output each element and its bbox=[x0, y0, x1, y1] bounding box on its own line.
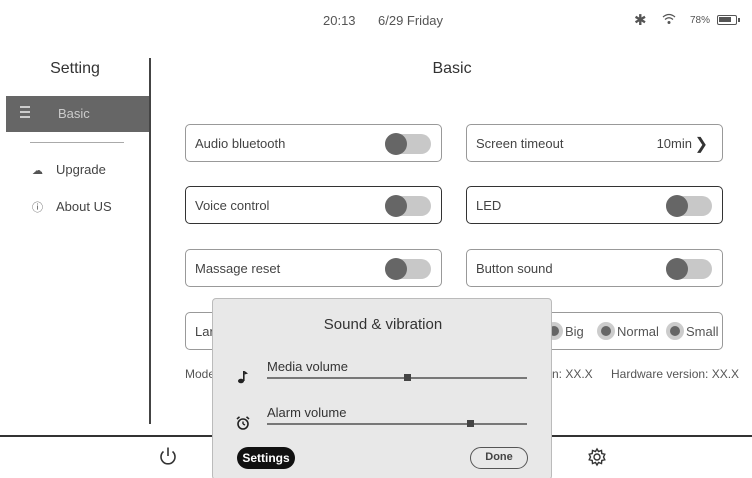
sidebar-divider bbox=[149, 58, 151, 424]
led-label: LED bbox=[476, 198, 502, 213]
power-icon[interactable] bbox=[158, 446, 178, 466]
led-card: LED bbox=[466, 186, 723, 224]
voice-control-label: Voice control bbox=[195, 198, 270, 213]
dialog-title: Sound & vibration bbox=[323, 316, 443, 333]
status-date: 6/29 Friday bbox=[378, 13, 444, 28]
audio-bluetooth-toggle[interactable] bbox=[385, 133, 431, 155]
massage-reset-label: Massage reset bbox=[195, 261, 281, 276]
alarm-clock-icon bbox=[236, 416, 250, 430]
sidebar-item-upgrade[interactable]: ☁ Upgrade bbox=[32, 162, 106, 177]
media-volume-slider[interactable] bbox=[267, 374, 527, 381]
status-bar: 20:13 6/29 Friday ✱ 78% bbox=[0, 0, 752, 40]
software-version: n: XX.X bbox=[552, 367, 593, 381]
sidebar-item-about[interactable]: ⓘ About US bbox=[32, 199, 112, 215]
sidebar-title: Setting bbox=[50, 60, 100, 77]
sidebar-item-basic[interactable]: Basic bbox=[6, 96, 150, 132]
hardware-version: Hardware version: XX.X bbox=[611, 367, 740, 381]
alarm-volume-slider[interactable] bbox=[267, 420, 527, 427]
sidebar-item-label: About US bbox=[56, 199, 112, 214]
alarm-volume-label: Alarm volume bbox=[267, 405, 347, 420]
voice-control-card: Voice control bbox=[185, 186, 442, 224]
led-toggle[interactable] bbox=[666, 195, 712, 217]
alarm-volume-thumb[interactable] bbox=[466, 420, 474, 427]
font-size-small-radio[interactable]: Small bbox=[666, 322, 719, 340]
model-info: Mode bbox=[185, 367, 216, 381]
massage-reset-toggle[interactable] bbox=[385, 258, 431, 280]
battery-icon bbox=[717, 15, 740, 25]
status-time: 20:13 bbox=[323, 13, 356, 28]
audio-bluetooth-card: Audio bluetooth bbox=[185, 124, 442, 162]
media-volume-thumb[interactable] bbox=[404, 374, 412, 381]
wifi-icon bbox=[662, 13, 676, 24]
button-sound-label: Button sound bbox=[476, 261, 553, 276]
button-sound-card: Button sound bbox=[466, 249, 723, 287]
screen-timeout-value: 10min bbox=[656, 136, 692, 151]
button-sound-toggle[interactable] bbox=[666, 258, 712, 280]
massage-reset-card: Massage reset bbox=[185, 249, 442, 287]
info-icon: ⓘ bbox=[32, 202, 43, 214]
language-label: Lar bbox=[195, 324, 214, 339]
font-size-small-label: Small bbox=[686, 323, 719, 339]
font-size-normal-label: Normal bbox=[617, 323, 659, 339]
music-note-icon bbox=[238, 371, 248, 384]
gear-icon[interactable] bbox=[587, 447, 607, 467]
font-size-big-label: Big bbox=[565, 323, 584, 339]
battery-percent: 78% bbox=[690, 15, 711, 26]
cloud-upload-icon: ☁ bbox=[32, 165, 43, 177]
bluetooth-icon: ✱ bbox=[634, 12, 647, 29]
audio-bluetooth-label: Audio bluetooth bbox=[195, 136, 286, 151]
sound-vibration-dialog: Sound & vibration Media volume Alarm vol… bbox=[212, 298, 552, 478]
voice-control-toggle[interactable] bbox=[385, 195, 431, 217]
sidebar-item-label: Basic bbox=[58, 106, 90, 121]
done-button[interactable]: Done bbox=[470, 447, 528, 469]
sidebar-item-label: Upgrade bbox=[56, 162, 106, 177]
sidebar-separator bbox=[30, 142, 124, 143]
font-size-normal-radio[interactable]: Normal bbox=[597, 322, 659, 340]
screen-timeout-card[interactable]: Screen timeout 10min ❯ bbox=[466, 124, 723, 162]
chevron-right-icon: ❯ bbox=[694, 136, 708, 153]
media-volume-row: Media volume bbox=[213, 359, 553, 389]
media-volume-label: Media volume bbox=[267, 359, 348, 374]
settings-button[interactable]: Settings bbox=[237, 447, 295, 469]
sliders-icon bbox=[20, 106, 30, 118]
screen-timeout-label: Screen timeout bbox=[476, 136, 564, 151]
alarm-volume-row: Alarm volume bbox=[213, 405, 553, 435]
page-title: Basic bbox=[432, 60, 472, 77]
